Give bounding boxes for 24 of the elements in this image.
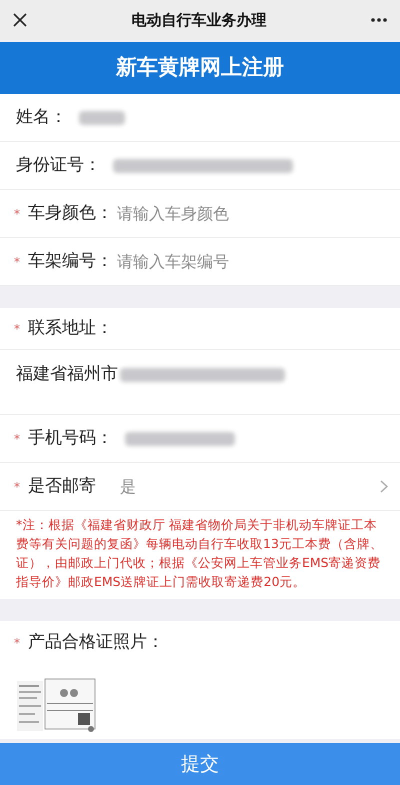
field-label: 车架编号：: [28, 250, 113, 273]
required-mark: *: [14, 480, 20, 494]
required-mark: *: [14, 636, 20, 650]
field-label: 手机号码：: [28, 426, 113, 450]
required-mark: *: [14, 206, 20, 220]
required-mark: *: [14, 432, 20, 446]
field-label: 产品合格证照片：: [28, 631, 164, 654]
input-field[interactable]: 请输入车架编号: [117, 250, 388, 274]
select-value[interactable]: 是: [120, 474, 136, 498]
submit-button[interactable]: 提交: [0, 743, 400, 785]
fee-notice: *注：根据《福建省财政厅 福建省物价局关于非机动车牌证工本费等有关问题的复函》每辆电动自行车收取13元工本费（含牌、证），由邮政上门代收；根据《公安网上车管业务EMS寄递资费指导价》邮政EMS送牌证上门需收取寄递费20元。: [16, 516, 384, 591]
required-mark: *: [14, 322, 20, 336]
required-mark: *: [14, 254, 20, 268]
form-title: 新车黄牌网上注册: [116, 54, 284, 82]
field-label: 联系地址：: [28, 316, 113, 340]
page-title: 电动自行车业务办理: [132, 10, 266, 31]
close-icon[interactable]: [12, 12, 28, 28]
input-field[interactable]: 请输入车身颜色: [117, 202, 388, 226]
field-label: 车身颜色：: [28, 202, 113, 225]
address-value: 福建省福州市: [16, 363, 118, 386]
field-label: 姓名：: [16, 106, 67, 129]
field-label: 身份证号：: [16, 154, 101, 177]
more-icon[interactable]: [370, 17, 388, 23]
field-label: 是否邮寄: [28, 474, 96, 498]
